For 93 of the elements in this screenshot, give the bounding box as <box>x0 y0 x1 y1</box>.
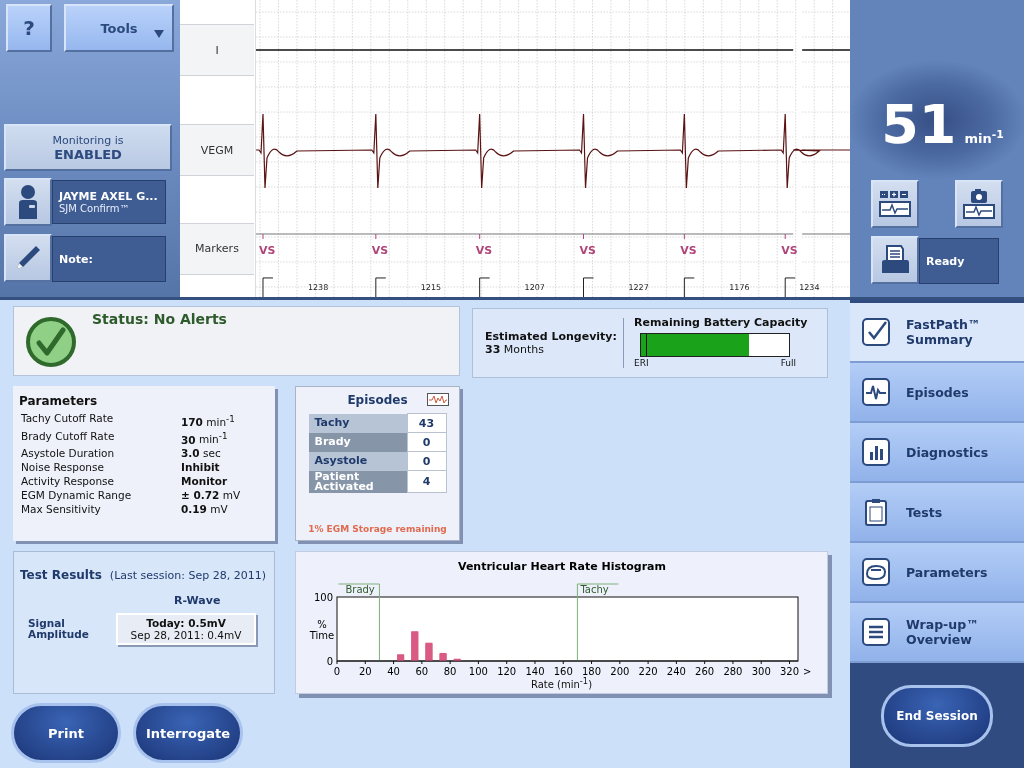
episode-count: 4 <box>407 470 446 493</box>
y-axis-label: % Time <box>309 619 334 641</box>
patient-name: JAYME AXEL G... <box>59 190 159 203</box>
parameter-label: Noise Response <box>21 460 105 474</box>
parameter-value: 3.0 sec <box>181 446 222 460</box>
interval-label: 1227 <box>628 282 649 292</box>
channel-label: Markers <box>180 222 254 275</box>
x-tick-label: 120 <box>496 666 516 677</box>
x-tick-label: 140 <box>524 666 544 677</box>
heart-rate-unit: min$^{-1}$ <box>964 127 1004 146</box>
episode-count: 43 <box>407 413 446 433</box>
marker-label: VS <box>781 244 798 257</box>
parameters-title: Parameters <box>19 394 99 408</box>
eri-label: ERI <box>634 358 649 368</box>
nav-item[interactable]: Diagnostics <box>850 423 1024 483</box>
column-heading: R-Wave <box>174 594 221 607</box>
x-tick-label: 320 <box>779 666 799 677</box>
interval-label: 1234 <box>799 282 820 292</box>
overflow-label: > <box>802 666 811 677</box>
x-tick-label: 20 <box>358 666 372 677</box>
chart-title: Ventricular Heart Rate Histogram <box>457 560 666 573</box>
printer-status: Ready <box>926 254 966 268</box>
today-value: Today: 0.5mV <box>146 617 226 629</box>
nav-item[interactable]: Tests <box>850 483 1024 543</box>
parameter-value: 30 min$^{-1}$ <box>181 429 229 446</box>
tools-button[interactable]: Tools <box>64 4 174 52</box>
row-label: Signal Amplitude <box>27 618 90 640</box>
episodes-title: Episodes <box>347 393 408 407</box>
nav-item[interactable]: Wrap-up™ Overview <box>850 603 1024 663</box>
longevity-value: 33 Months <box>485 343 546 356</box>
x-tick-label: 240 <box>666 666 686 677</box>
parameter-label: Brady Cutoff Rate <box>21 428 116 444</box>
interval-label: 1215 <box>420 282 441 292</box>
battery-title: Remaining Battery Capacity <box>634 316 809 329</box>
help-button[interactable]: ? <box>6 4 52 52</box>
status-text: Status: No Alerts <box>92 311 227 327</box>
parameter-value: 0.19 mV <box>181 502 229 516</box>
parameter-value: Inhibit <box>181 460 221 474</box>
channel-label: I <box>180 24 254 76</box>
x-tick-label: 40 <box>386 666 400 677</box>
episode-type: Brady <box>308 432 407 452</box>
marker-label: VS <box>680 244 697 257</box>
heart-rate-value: 51 <box>881 98 957 152</box>
parameter-label: Activity Response <box>21 474 116 488</box>
parameter-value: ± 0.72 mV <box>181 488 242 502</box>
print-button[interactable]: Print <box>11 703 121 763</box>
end-session-button[interactable]: End Session <box>881 684 993 747</box>
x-tick-label: 220 <box>638 666 658 677</box>
interrogate-button[interactable]: Interrogate <box>133 703 243 763</box>
interval-label: 1238 <box>307 282 329 292</box>
marker-label: VS <box>475 244 492 257</box>
nav-item[interactable]: Parameters <box>850 543 1024 603</box>
test-results-title: Test Results <box>20 568 102 582</box>
interval-label: 1176 <box>729 282 750 292</box>
full-label: Full <box>780 358 797 368</box>
last-session: (Last session: Sep 28, 2011) <box>109 569 266 582</box>
interval-label: 1207 <box>524 282 545 292</box>
device-name: SJM Confirm™ <box>59 203 131 214</box>
nav-item[interactable]: FastPath™ Summary <box>850 303 1024 363</box>
parameter-label: EGM Dynamic Range <box>21 488 133 502</box>
storage-note: 1% EGM Storage remaining <box>308 524 447 534</box>
y-tick-label: 0 <box>326 656 333 667</box>
ref-line-label: Brady <box>344 584 375 595</box>
channel-label: VEGM <box>180 124 254 176</box>
episode-type: Tachy <box>308 413 407 433</box>
parameter-label: Max Sensitivity <box>21 502 102 516</box>
x-tick-label: 200 <box>609 666 629 677</box>
marker-label: VS <box>371 244 389 257</box>
x-tick-label: 260 <box>694 666 714 677</box>
marker-label: VS <box>258 244 276 257</box>
ref-line-label: Tachy <box>578 584 609 595</box>
y-tick-label: 100 <box>313 592 333 603</box>
episode-type: Patient Activated <box>308 470 407 493</box>
x-axis-label: Rate (min$^{-1}$) <box>529 676 594 691</box>
note-field[interactable]: Note: <box>52 236 166 282</box>
parameter-label: Asystole Duration <box>21 446 116 460</box>
x-tick-label: 0 <box>333 666 340 677</box>
parameter-value: Monitor <box>181 474 229 488</box>
x-tick-label: 80 <box>443 666 456 677</box>
longevity-label: Estimated Longevity: <box>485 330 618 343</box>
x-tick-label: 180 <box>581 666 601 677</box>
x-tick-label: 100 <box>468 666 488 677</box>
nav-item[interactable]: Episodes <box>850 363 1024 423</box>
monitoring-button[interactable]: Monitoring is ENABLED <box>4 124 172 171</box>
x-tick-label: 160 <box>553 666 573 677</box>
previous-value: Sep 28, 2011: 0.4mV <box>130 629 242 641</box>
parameter-label: Tachy Cutoff Rate <box>21 411 115 426</box>
marker-label: VS <box>579 244 596 257</box>
x-tick-label: 60 <box>415 666 428 677</box>
episode-type: Asystole <box>308 451 407 471</box>
x-tick-label: 300 <box>751 666 771 677</box>
x-tick-label: 280 <box>722 666 742 677</box>
parameter-value: 170 min$^{-1}$ <box>181 412 236 429</box>
